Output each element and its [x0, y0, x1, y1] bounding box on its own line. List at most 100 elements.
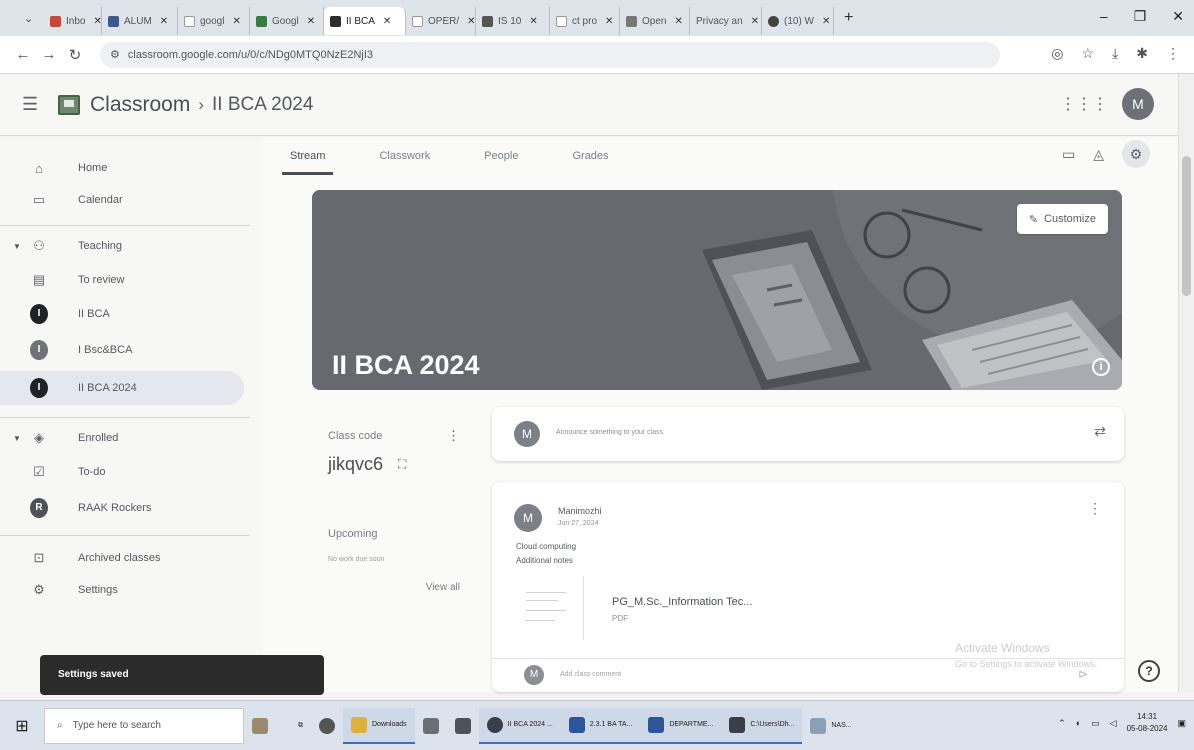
caret-down-icon[interactable]: ▼: [13, 242, 21, 251]
taskbar-pinned-icon[interactable]: [415, 708, 447, 744]
network-icon[interactable]: ◐: [1076, 718, 1081, 728]
tab-people[interactable]: People: [476, 150, 526, 175]
browser-tab[interactable]: (10) W ✕: [762, 7, 834, 35]
sidebar-item-todo[interactable]: ☑ To-do: [0, 455, 244, 489]
close-tab-icon[interactable]: ✕: [822, 16, 830, 27]
tab-classwork[interactable]: Classwork: [371, 150, 438, 175]
taskbar-search-box[interactable]: ⌕ Type here to search: [44, 707, 244, 744]
maximize-button[interactable]: ❐: [1134, 8, 1147, 25]
app-title[interactable]: Classroom: [90, 93, 190, 117]
browser-tab[interactable]: googl ✕: [178, 7, 250, 35]
windows-start-icon[interactable]: ⊞: [0, 701, 44, 750]
browser-menu-icon[interactable]: ⋮: [1166, 45, 1180, 62]
close-tab-icon[interactable]: ✕: [674, 16, 682, 27]
google-apps-icon[interactable]: ⋮⋮⋮: [1060, 94, 1108, 114]
taskbar-item[interactable]: NAS...: [802, 708, 859, 744]
site-info-icon[interactable]: ⚙: [110, 48, 120, 61]
close-tab-icon[interactable]: ✕: [605, 16, 613, 27]
browser-tab[interactable]: ALUM ✕: [102, 7, 178, 35]
forward-arrow-icon[interactable]: →: [36, 46, 62, 63]
clock[interactable]: 14:31 05-08-2024: [1127, 711, 1168, 735]
taskbar-widget-icon[interactable]: [244, 708, 290, 744]
extensions-icon[interactable]: ✱: [1136, 45, 1148, 62]
close-tab-icon[interactable]: ✕: [93, 16, 101, 27]
download-icon[interactable]: ⤓: [1112, 45, 1118, 62]
sidebar-item-class[interactable]: R RAAK Rockers: [0, 491, 244, 525]
close-window-button[interactable]: ✕: [1172, 8, 1184, 25]
sidebar-item-enrolled[interactable]: ▼ ◈ Enrolled: [0, 421, 244, 455]
browser-tab[interactable]: Inbo ✕: [44, 7, 102, 35]
close-tab-icon[interactable]: ✕: [232, 16, 240, 27]
openai-icon: [626, 15, 637, 27]
tab-grades[interactable]: Grades: [564, 150, 616, 175]
sidebar-item-class[interactable]: I II BCA: [0, 297, 244, 331]
taskbar-item[interactable]: C:\Users\Dh...: [721, 707, 803, 744]
taskbar-item[interactable]: Downloads: [343, 707, 415, 744]
fullscreen-icon[interactable]: ⛶: [398, 457, 406, 472]
browser-tab[interactable]: ct pro ✕: [550, 7, 620, 35]
taskbar-pinned-icon[interactable]: [447, 708, 479, 744]
pdf-attachment[interactable]: PG_M.Sc._Information Tec... PDF: [512, 576, 892, 640]
tab-search-icon[interactable]: ⌄: [24, 12, 44, 25]
main-menu-icon[interactable]: ☰: [22, 94, 58, 115]
more-vert-icon[interactable]: ⋮: [1088, 500, 1102, 517]
announce-box[interactable]: M Announce something to your class ⇄: [492, 407, 1124, 461]
battery-icon[interactable]: ▭: [1091, 718, 1100, 729]
sidebar-item-calendar[interactable]: ▭ Calendar: [0, 183, 244, 217]
sidebar-item-class[interactable]: I I Bsc&BCA: [0, 333, 244, 367]
sidebar-item-to-review[interactable]: ▤ To review: [0, 263, 244, 297]
calendar-icon[interactable]: ▭: [1062, 146, 1075, 163]
customize-button[interactable]: ✎ Customize: [1016, 204, 1108, 234]
close-tab-icon[interactable]: ✕: [467, 16, 475, 27]
minimize-button[interactable]: –: [1100, 8, 1108, 25]
browser-tab[interactable]: Googl ✕: [250, 7, 324, 35]
help-icon[interactable]: ?: [1138, 660, 1160, 682]
tab-stream[interactable]: Stream: [282, 150, 334, 175]
bookmark-star-icon[interactable]: ☆: [1082, 45, 1095, 62]
new-tab-button[interactable]: +: [844, 9, 853, 27]
google-lens-icon[interactable]: ◎: [1051, 45, 1063, 62]
sidebar-item-class-selected[interactable]: I II BCA 2024: [0, 371, 244, 405]
reload-icon[interactable]: ↻: [62, 46, 88, 64]
snackbar-toast: Settings saved: [40, 655, 324, 695]
volume-icon[interactable]: ◁: [1110, 718, 1117, 729]
more-vert-icon[interactable]: ⋮: [447, 428, 460, 444]
taskbar-item[interactable]: II BCA 2024 ...: [478, 707, 561, 744]
close-tab-icon[interactable]: ✕: [160, 16, 168, 27]
taskbar-item[interactable]: DEPARTME...: [640, 707, 722, 744]
chevron-up-icon[interactable]: ⌃: [1058, 718, 1066, 729]
browser-tab[interactable]: OPER/✕: [406, 7, 476, 35]
taskbar-chrome-icon[interactable]: [311, 708, 343, 744]
sidebar-item-settings[interactable]: ⚙ Settings: [0, 573, 244, 607]
browser-tab[interactable]: Privacy an ✕: [690, 7, 762, 35]
avatar: M: [524, 665, 544, 685]
notifications-icon[interactable]: ▣: [1177, 718, 1186, 729]
scroll-thumb[interactable]: [1182, 156, 1191, 296]
close-tab-icon[interactable]: ✕: [529, 16, 537, 27]
info-icon[interactable]: i: [1092, 358, 1110, 376]
task-view-icon[interactable]: ⧉: [290, 708, 311, 744]
account-avatar[interactable]: M: [1122, 88, 1154, 120]
url-field[interactable]: ⚙ classroom.google.com/u/0/c/NDg0MTQ0NzE…: [100, 41, 1000, 68]
class-settings-icon[interactable]: ⚙: [1122, 140, 1150, 168]
sidebar-item-home[interactable]: ⌂ Home: [0, 151, 244, 185]
announce-placeholder[interactable]: Announce something to your class: [556, 429, 663, 436]
caret-down-icon[interactable]: ▼: [13, 434, 21, 443]
comment-input[interactable]: Add class comment: [560, 671, 621, 678]
classroom-logo-icon[interactable]: [58, 94, 80, 115]
sidebar-item-archived[interactable]: ⊡ Archived classes: [0, 541, 244, 575]
sidebar-item-teaching[interactable]: ▼ ⚇ Teaching: [0, 229, 244, 263]
drive-folder-icon[interactable]: ◬: [1093, 146, 1104, 163]
close-tab-icon[interactable]: ✕: [751, 16, 759, 27]
page-scrollbar[interactable]: [1178, 74, 1194, 692]
browser-tab-active[interactable]: II BCA ✕: [324, 7, 406, 35]
taskbar-item[interactable]: 2.3.1 BA TA...: [560, 707, 641, 744]
view-all-link[interactable]: View all: [426, 582, 460, 593]
close-tab-icon[interactable]: ✕: [383, 16, 391, 27]
repost-icon[interactable]: ⇄: [1094, 423, 1106, 440]
class-breadcrumb[interactable]: II BCA 2024: [212, 94, 313, 116]
close-tab-icon[interactable]: ✕: [307, 16, 315, 27]
back-arrow-icon[interactable]: ←: [10, 46, 36, 63]
browser-tab[interactable]: Open ✕: [620, 7, 690, 35]
browser-tab[interactable]: IS 10 ✕: [476, 7, 550, 35]
